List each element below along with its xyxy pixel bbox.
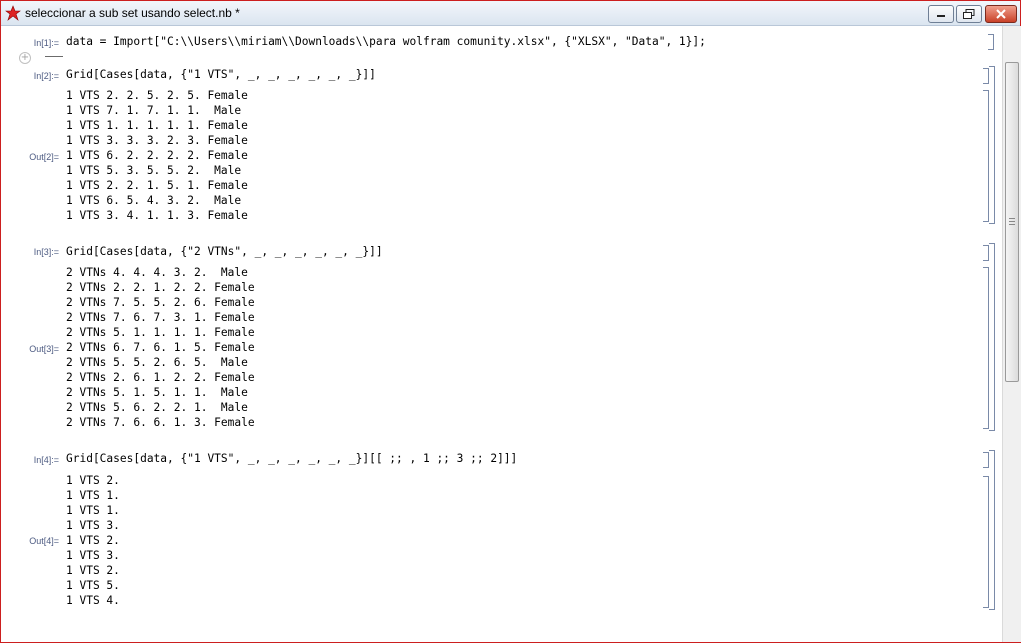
grid-row: 1 VTS 2. 2. 1. 5. 1. Female — [66, 179, 248, 192]
grid-row: 2 VTNs 7. 5. 5. 2. 6. Female — [66, 296, 255, 309]
grid-row: 1 VTS 4. — [66, 594, 120, 607]
mathematica-spikey-icon — [5, 5, 21, 21]
input-code[interactable]: Grid[Cases[data, {"2 VTNs", _, _, _, _, … — [66, 245, 383, 258]
input-label: In[4]:= — [33, 455, 59, 465]
input-label: In[1]:= — [33, 38, 59, 48]
grid-row: 2 VTNs 7. 6. 6. 1. 3. Female — [66, 416, 255, 429]
grid-row: 2 VTNs 5. 1. 1. 1. 1. Female — [66, 326, 255, 339]
cell-group-bracket[interactable] — [989, 66, 995, 224]
grip-line — [1009, 218, 1015, 219]
minimize-button[interactable] — [928, 5, 954, 23]
grid-row: 1 VTS 5. — [66, 579, 120, 592]
grid-row: 1 VTS 1. 1. 1. 1. 1. Female — [66, 119, 248, 132]
close-icon — [996, 9, 1006, 19]
grid-row: 1 VTS 5. 3. 5. 5. 2. Male — [66, 164, 242, 177]
output-label: Out[3]= — [29, 344, 59, 354]
grid-row: 1 VTS 1. — [66, 504, 120, 517]
input-label: In[2]:= — [33, 71, 59, 81]
grid-row: 2 VTNs 4. 4. 4. 3. 2. Male — [66, 266, 248, 279]
grid-row: 2 VTNs 7. 6. 7. 3. 1. Female — [66, 311, 255, 324]
grid-row: 1 VTS 3. — [66, 549, 120, 562]
cell-bracket[interactable] — [988, 34, 994, 50]
restore-icon — [963, 9, 975, 19]
cell-group-bracket[interactable] — [989, 450, 995, 610]
grid-row: 1 VTS 7. 1. 7. 1. 1. Male — [66, 104, 242, 117]
input-code[interactable]: Grid[Cases[data, {"1 VTS", _, _, _, _, _… — [66, 452, 517, 465]
grid-row: 2 VTNs 2. 6. 1. 2. 2. Female — [66, 371, 255, 384]
window-title: seleccionar a sub set usando select.nb * — [25, 6, 240, 20]
grid-row: 1 VTS 2. — [66, 564, 120, 577]
grip-line — [1009, 221, 1015, 222]
minimize-icon — [937, 15, 945, 17]
close-button[interactable] — [985, 5, 1017, 23]
output-label: Out[4]= — [29, 536, 59, 546]
grid-row: 2 VTNs 5. 1. 5. 1. 1. Male — [66, 386, 248, 399]
vertical-scrollbar[interactable] — [1002, 26, 1021, 642]
grid-row: 1 VTS 2. — [66, 474, 120, 487]
grid-row: 2 VTNs 6. 7. 6. 1. 5. Female — [66, 341, 255, 354]
scrollbar-thumb[interactable] — [1005, 62, 1019, 382]
grid-row: 1 VTS 6. 2. 2. 2. 2. Female — [66, 149, 248, 162]
grid-row: 1 VTS 2. — [66, 534, 120, 547]
add-cell-icon[interactable]: + — [19, 52, 31, 64]
notebook-window: seleccionar a sub set usando select.nb *… — [0, 0, 1021, 643]
cell-group-bracket[interactable] — [989, 243, 995, 431]
grid-row: 1 VTS 3. — [66, 519, 120, 532]
restore-button[interactable] — [956, 5, 982, 23]
grid-row: 2 VTNs 5. 5. 2. 6. 5. Male — [66, 356, 248, 369]
grid-row: 1 VTS 6. 5. 4. 3. 2. Male — [66, 194, 242, 207]
input-code[interactable]: data = Import["C:\\Users\\miriam\\Downlo… — [66, 35, 706, 48]
grid-row: 1 VTS 2. 2. 5. 2. 5. Female — [66, 89, 248, 102]
grid-row: 1 VTS 3. 4. 1. 1. 3. Female — [66, 209, 248, 222]
grid-row: 2 VTNs 5. 6. 2. 2. 1. Male — [66, 401, 248, 414]
grid-row: 1 VTS 1. — [66, 489, 120, 502]
grip-line — [1009, 224, 1015, 225]
input-label: In[3]:= — [33, 247, 59, 257]
cell-insertion-line — [45, 56, 63, 57]
output-label: Out[2]= — [29, 152, 59, 162]
title-bar[interactable]: seleccionar a sub set usando select.nb * — [1, 1, 1020, 26]
notebook-content[interactable]: In[1]:= data = Import["C:\\Users\\miriam… — [1, 26, 1002, 642]
grid-row: 1 VTS 3. 3. 3. 2. 3. Female — [66, 134, 248, 147]
grid-row: 2 VTNs 2. 2. 1. 2. 2. Female — [66, 281, 255, 294]
input-code[interactable]: Grid[Cases[data, {"1 VTS", _, _, _, _, _… — [66, 68, 376, 81]
